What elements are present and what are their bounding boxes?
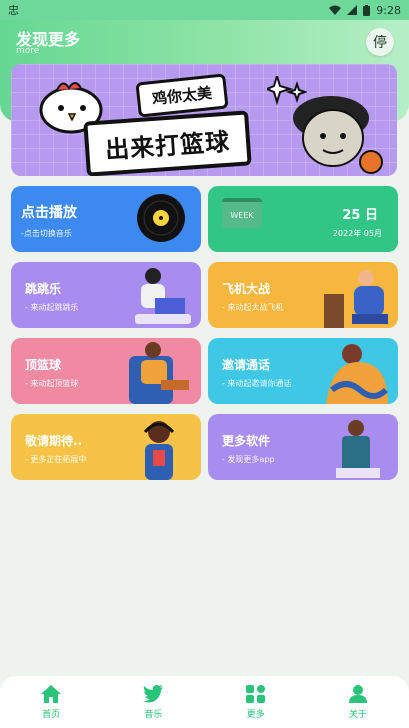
calendar-month: 2022年 05月 bbox=[332, 229, 382, 238]
twitter-bird-icon bbox=[143, 684, 164, 702]
card-basketball-subtitle: - 来动起顶篮球 bbox=[25, 379, 79, 388]
banner-main-label: 出来打篮球 bbox=[83, 110, 252, 176]
tab-about[interactable]: 关于 bbox=[323, 684, 393, 720]
home-icon bbox=[41, 684, 62, 703]
card-invite-call[interactable]: 邀请通话 - 来动起邀请你通话 bbox=[208, 338, 398, 404]
person-laptop-illustration bbox=[135, 268, 191, 324]
meme-face-illustration bbox=[293, 96, 383, 174]
user-icon bbox=[348, 684, 367, 703]
battery-icon bbox=[363, 4, 371, 16]
tab-home[interactable]: 首页 bbox=[16, 684, 86, 720]
week-tag: WEEK bbox=[222, 198, 262, 228]
tab-home-label: 首页 bbox=[42, 709, 61, 720]
card-coming-title: 敬请期待.. bbox=[25, 434, 83, 448]
card-jump-title: 跳跳乐 bbox=[25, 282, 62, 296]
status-time: 9:28 bbox=[376, 3, 401, 17]
card-plane-war[interactable]: 飞机大战 - 来动起大战飞机 bbox=[208, 262, 398, 328]
card-invite-subtitle: - 来动起邀请你通话 bbox=[222, 379, 292, 388]
person-desk-illustration bbox=[324, 270, 388, 328]
card-play-title: 点击播放 bbox=[21, 205, 77, 221]
card-play-subtitle: -点击切换音乐 bbox=[21, 229, 72, 238]
person-armchair-illustration bbox=[129, 342, 189, 404]
card-calendar[interactable]: WEEK 25 日 2022年 05月 bbox=[208, 186, 398, 252]
card-basketball[interactable]: 顶篮球 - 来动起顶篮球 bbox=[11, 338, 201, 404]
stop-button[interactable]: 停 bbox=[366, 28, 394, 56]
tab-more[interactable]: 更多 bbox=[221, 684, 291, 720]
card-plane-subtitle: - 来动起大战飞机 bbox=[222, 303, 284, 312]
card-play-music[interactable]: 点击播放 -点击切换音乐 bbox=[11, 186, 201, 252]
status-left-glyph: 忠 bbox=[8, 4, 19, 17]
page-subtitle: more bbox=[16, 46, 40, 56]
card-invite-title: 邀请通话 bbox=[222, 358, 271, 372]
person-headphones-illustration bbox=[143, 421, 175, 480]
signal-icon bbox=[347, 5, 358, 15]
tab-music-label: 音乐 bbox=[144, 709, 163, 720]
tab-more-label: 更多 bbox=[246, 709, 265, 720]
wifi-icon bbox=[329, 5, 342, 15]
tab-about-label: 关于 bbox=[348, 709, 367, 720]
status-bar: 忠 9:28 bbox=[0, 0, 409, 20]
bottom-tab-bar: 首页 音乐 更多 关于 bbox=[0, 676, 409, 728]
card-plane-title: 飞机大战 bbox=[222, 282, 271, 296]
card-coming-soon[interactable]: 敬请期待.. - 更多正在拓展中 bbox=[11, 414, 201, 480]
tab-music[interactable]: 音乐 bbox=[118, 684, 188, 720]
calendar-day: 25 日 bbox=[342, 208, 378, 223]
person-reading-illustration bbox=[336, 420, 380, 478]
card-more-subtitle: - 发现更多app bbox=[222, 455, 275, 464]
card-jump-game[interactable]: 跳跳乐 - 来动起跳跳乐 bbox=[11, 262, 201, 328]
card-coming-subtitle: - 更多正在拓展中 bbox=[25, 455, 87, 464]
apps-icon bbox=[245, 684, 265, 703]
vinyl-record-icon bbox=[137, 194, 185, 242]
card-more-title: 更多软件 bbox=[222, 434, 271, 448]
card-basketball-title: 顶篮球 bbox=[25, 358, 62, 372]
card-more-apps[interactable]: 更多软件 - 发现更多app bbox=[208, 414, 398, 480]
banner[interactable]: 鸡你太美 出来打篮球 bbox=[11, 64, 397, 176]
card-jump-subtitle: - 来动起跳跳乐 bbox=[25, 303, 79, 312]
person-blanket-illustration bbox=[326, 344, 389, 404]
